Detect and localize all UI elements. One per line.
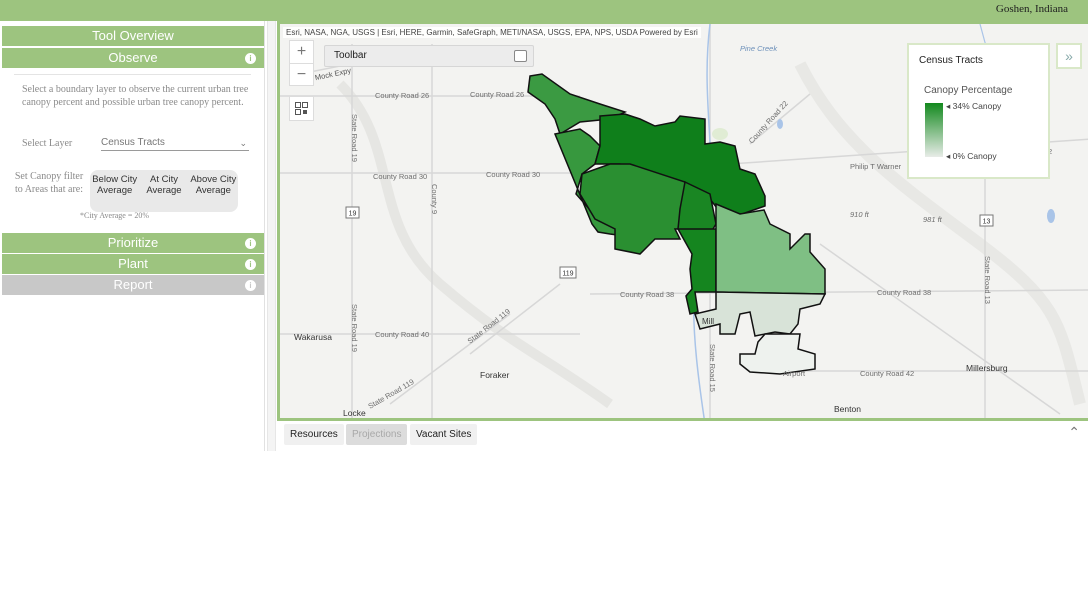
road-label: County Road 40 bbox=[375, 330, 429, 339]
zoom-out-button[interactable]: − bbox=[290, 63, 313, 85]
observe-description: Select a boundary layer to observe the c… bbox=[22, 84, 249, 108]
select-layer-row: Select Layer Census Tracts ⌄ bbox=[22, 136, 252, 152]
select-layer-dropdown[interactable]: Census Tracts ⌄ bbox=[101, 136, 249, 151]
place-label: Mill bbox=[702, 317, 714, 326]
road-label: County Road 26 bbox=[375, 91, 429, 100]
filter-at-average[interactable]: At City Average bbox=[139, 170, 188, 212]
observe-header[interactable]: Observe i bbox=[2, 48, 264, 68]
collapse-legend-button[interactable]: » bbox=[1056, 43, 1082, 69]
projections-button[interactable]: Projections bbox=[346, 424, 408, 445]
select-layer-value: Census Tracts bbox=[101, 137, 165, 148]
legend-low-label: ◂ 0% Canopy bbox=[946, 151, 997, 161]
route-shield: 119 bbox=[562, 271, 573, 278]
plant-label: Plant bbox=[118, 256, 148, 271]
observe-label: Observe bbox=[108, 50, 158, 65]
place-label: Benton bbox=[834, 404, 861, 414]
route-shield: 19 bbox=[349, 211, 357, 218]
road-label: County Road 38 bbox=[877, 288, 931, 297]
panel-splitter[interactable] bbox=[267, 21, 276, 451]
zoom-in-button[interactable]: + bbox=[290, 41, 313, 63]
place-label: Wakarusa bbox=[294, 332, 332, 342]
legend-panel: Census Tracts Canopy Percentage ◂ 34% Ca… bbox=[907, 43, 1050, 179]
legend-high-label: ◂ 34% Canopy bbox=[946, 101, 1002, 111]
road-label: Philip T Warner bbox=[850, 162, 902, 171]
canopy-filter-label: Set Canopy filter to Areas that are: bbox=[14, 171, 84, 195]
map-attribution: Esri, NASA, NGA, USGS | Esri, HERE, Garm… bbox=[283, 27, 701, 38]
road-label: State Road 19 bbox=[350, 114, 359, 162]
road-label: County 9 bbox=[430, 184, 439, 214]
place-label: Airport bbox=[783, 369, 806, 378]
legend-low-text: 0% Canopy bbox=[952, 151, 997, 161]
tool-overview-header[interactable]: Tool Overview bbox=[2, 26, 264, 46]
prioritize-header[interactable]: Prioritize i bbox=[2, 233, 264, 253]
road-label: State Road 19 bbox=[350, 304, 359, 352]
info-icon[interactable]: i bbox=[245, 238, 256, 249]
info-icon[interactable]: i bbox=[245, 53, 256, 64]
color-ramp bbox=[925, 103, 943, 157]
city-average-note: *City Average = 20% bbox=[80, 211, 150, 220]
select-layer-label: Select Layer bbox=[22, 138, 73, 149]
info-icon[interactable]: i bbox=[245, 280, 256, 291]
observe-panel: Select a boundary layer to observe the c… bbox=[14, 74, 251, 212]
road-label: State Road 15 bbox=[708, 344, 717, 392]
road-label: County Road 30 bbox=[486, 170, 540, 179]
report-header[interactable]: Report i bbox=[2, 275, 264, 295]
bottom-bar: Resources Projections Vacant Sites ⌃ bbox=[277, 421, 1088, 451]
place-label: Foraker bbox=[480, 370, 509, 380]
elevation-label: 981 ft bbox=[923, 215, 943, 224]
chevron-down-icon: ⌄ bbox=[239, 138, 247, 148]
road-label: State Road 13 bbox=[983, 256, 992, 304]
route-shield: 13 bbox=[983, 219, 991, 226]
legend-subtitle: Canopy Percentage bbox=[924, 85, 1013, 96]
place-label: Locke bbox=[343, 408, 366, 418]
sidebar: Tool Overview Observe i Select a boundar… bbox=[0, 21, 265, 451]
toolbar-title: Toolbar bbox=[334, 50, 367, 61]
canopy-filter-toggle: Below City Average At City Average Above… bbox=[90, 170, 238, 212]
canopy-filter-row: Set Canopy filter to Areas that are: Bel… bbox=[14, 170, 251, 216]
filter-below-average[interactable]: Below City Average bbox=[90, 170, 139, 212]
toolbar-panel: Toolbar bbox=[324, 45, 534, 67]
tool-overview-label: Tool Overview bbox=[92, 28, 174, 43]
map-view[interactable]: County Road 26 County Road 26 County Roa… bbox=[277, 21, 1088, 421]
grid-tool-button[interactable] bbox=[289, 96, 314, 121]
river-label: Pine Creek bbox=[740, 44, 778, 53]
legend-high-text: 34% Canopy bbox=[952, 101, 1002, 111]
vacant-sites-button[interactable]: Vacant Sites bbox=[410, 424, 478, 445]
plant-header[interactable]: Plant i bbox=[2, 254, 264, 274]
zoom-control: + − bbox=[289, 40, 314, 86]
resources-button[interactable]: Resources bbox=[284, 424, 344, 445]
chevron-up-icon[interactable]: ⌃ bbox=[1068, 424, 1080, 441]
divider bbox=[14, 74, 251, 75]
filter-above-average[interactable]: Above City Average bbox=[189, 170, 238, 212]
top-bar: Goshen, Indiana bbox=[0, 0, 1088, 21]
place-label: Millersburg bbox=[966, 363, 1008, 373]
prioritize-label: Prioritize bbox=[107, 235, 159, 250]
elevation-label: 910 ft bbox=[850, 210, 870, 219]
legend-title: Census Tracts bbox=[919, 55, 983, 66]
grid-icon bbox=[295, 102, 308, 115]
report-label: Report bbox=[113, 277, 153, 292]
road-label: County Road 26 bbox=[470, 90, 524, 99]
info-icon[interactable]: i bbox=[245, 259, 256, 270]
road-label: County Road 30 bbox=[373, 172, 427, 181]
road-label: County Road 42 bbox=[860, 369, 914, 378]
road-label: County Road 38 bbox=[620, 290, 674, 299]
window-toggle-icon[interactable] bbox=[514, 50, 527, 62]
location-label: Goshen, Indiana bbox=[995, 3, 1068, 15]
